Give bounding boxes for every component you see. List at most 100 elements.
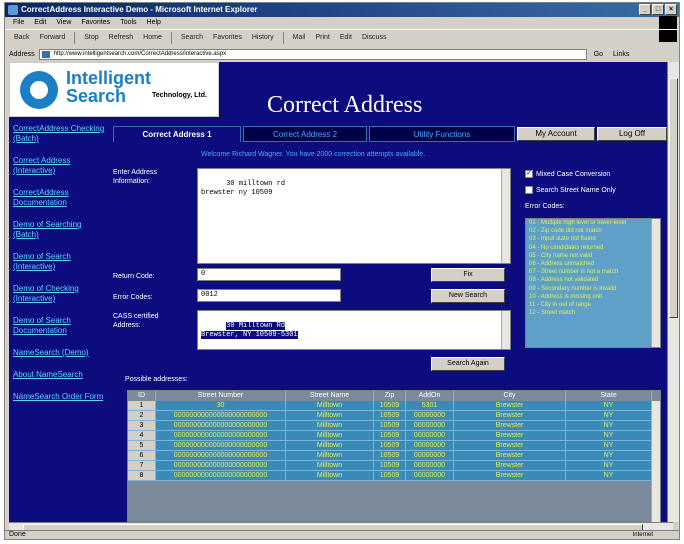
error-list-scrollbar[interactable] — [651, 219, 660, 347]
go-button[interactable]: Go — [591, 51, 606, 58]
cell-street-number: 000000000000000000000000 — [156, 461, 286, 471]
stop-button[interactable]: Stop — [81, 32, 101, 44]
print-button[interactable]: Print — [312, 32, 332, 44]
table-row[interactable]: 3 000000000000000000000000 Milltown 1050… — [128, 421, 660, 431]
menu-tools[interactable]: Tools — [120, 17, 136, 29]
textarea-scrollbar[interactable] — [501, 311, 510, 349]
column-header-zip[interactable]: Zip — [374, 391, 406, 401]
error-code-item[interactable]: 12 - Street match — [526, 309, 660, 317]
search-again-button[interactable]: Search Again — [431, 357, 505, 371]
cell-zip: 10509 — [374, 451, 406, 461]
cell-addon: 00000000 — [406, 421, 454, 431]
window-title: CorrectAddress Interactive Demo - Micros… — [21, 5, 258, 14]
history-button[interactable]: History — [249, 32, 277, 44]
nav-link-search-interactive[interactable]: Demo of Search (Interactive) — [9, 252, 107, 272]
return-code-field[interactable]: 0 — [197, 268, 341, 281]
nav-link-search-docs[interactable]: Demo of Search Documentation — [9, 316, 107, 336]
vertical-scrollbar[interactable] — [667, 62, 679, 522]
textarea-scrollbar[interactable] — [501, 169, 510, 263]
table-row[interactable]: 8 000000000000000000000000 Milltown 1050… — [128, 471, 660, 481]
error-code-item[interactable]: 01 - Multiple high level or lower-level — [526, 219, 660, 227]
enter-address-label: Enter Address Information: — [113, 169, 157, 185]
logo-swirl-icon — [20, 71, 58, 109]
column-header-id[interactable]: ID — [128, 391, 156, 401]
cell-addon: 00000000 — [406, 441, 454, 451]
street-name-only-checkbox[interactable] — [525, 186, 533, 194]
company-logo: Intelligent Search Technology, Ltd. — [9, 62, 219, 117]
mixed-case-label: Mixed Case Conversion — [536, 170, 611, 178]
nav-link-about-namesearch[interactable]: About NameSearch — [9, 370, 107, 380]
close-icon[interactable]: × — [665, 4, 677, 15]
column-header-street-name[interactable]: Street Name — [286, 391, 374, 401]
cass-certified-address[interactable]: 30 Milltown Rd Brewster, NY 10509-5301 — [197, 310, 511, 350]
mixed-case-option[interactable]: ✓ Mixed Case Conversion — [525, 170, 610, 178]
address-input-area[interactable]: 30 milltown rd brewster ny 10509 — [197, 168, 511, 264]
error-code-item[interactable]: 08 - Address not validated — [526, 276, 660, 284]
forward-button[interactable]: Forward — [37, 32, 69, 44]
error-code-item[interactable]: 07 - Street number is not a match — [526, 268, 660, 276]
back-button[interactable]: Back — [11, 32, 33, 44]
links-button[interactable]: Links — [610, 51, 632, 58]
column-header-street-number[interactable]: Street Number — [156, 391, 286, 401]
favorites-button[interactable]: Favorites — [210, 32, 245, 44]
table-row[interactable]: 6 000000000000000000000000 Milltown 1050… — [128, 451, 660, 461]
street-name-only-label: Search Street Name Only — [536, 186, 616, 194]
column-header-state[interactable]: State — [566, 391, 652, 401]
page-content: Intelligent Search Technology, Ltd. Corr… — [9, 62, 673, 522]
error-code-item[interactable]: 03 - Input state not found — [526, 235, 660, 243]
nav-link-checking-interactive[interactable]: Demo of Checking (Interactive) — [9, 284, 107, 304]
error-code-item[interactable]: 04 - No candidates returned — [526, 244, 660, 252]
cell-zip: 10509 — [374, 441, 406, 451]
table-scrollbar[interactable] — [651, 401, 660, 522]
table-row[interactable]: 5 000000000000000000000000 Milltown 1050… — [128, 441, 660, 451]
maximize-icon[interactable]: □ — [652, 4, 664, 15]
mixed-case-checkbox[interactable]: ✓ — [525, 170, 533, 178]
tab-utility-functions[interactable]: Utility Functions — [369, 126, 515, 142]
logo-subtitle: Technology, Ltd. — [152, 92, 207, 99]
error-code-item[interactable]: 05 - City name not valid — [526, 252, 660, 260]
menu-edit[interactable]: Edit — [34, 17, 46, 29]
fix-button[interactable]: Fix — [431, 268, 505, 282]
menu-help[interactable]: Help — [147, 17, 161, 29]
table-row[interactable]: 7 000000000000000000000000 Milltown 1050… — [128, 461, 660, 471]
nav-link-correctaddress-interactive[interactable]: Correct Address (Interactive) — [9, 156, 107, 176]
error-code-item[interactable]: 02 - Zip code did not match — [526, 227, 660, 235]
column-header-city[interactable]: City — [454, 391, 566, 401]
vertical-scroll-thumb[interactable] — [669, 78, 678, 318]
error-code-item[interactable]: 11 - City in out of range — [526, 301, 660, 309]
nav-link-namesearch-demo[interactable]: NameSearch (Demo) — [9, 348, 107, 358]
address-bar: Address http://www.intelligentsearch.com… — [5, 47, 679, 61]
address-input[interactable]: http://www.intelligentsearch.com/Correct… — [38, 48, 587, 60]
table-row[interactable]: 4 000000000000000000000000 Milltown 1050… — [128, 431, 660, 441]
menu-view[interactable]: View — [56, 17, 71, 29]
tab-correct-address-2[interactable]: Correct Address 2 — [243, 126, 367, 142]
nav-link-correctaddress-docs[interactable]: CorrectAddress Documentation — [9, 188, 107, 208]
home-button[interactable]: Home — [140, 32, 165, 44]
error-code-item[interactable]: 10 - Address is missing unit — [526, 293, 660, 301]
cell-city: Brewster — [454, 411, 566, 421]
search-button[interactable]: Search — [178, 32, 206, 44]
menu-file[interactable]: File — [13, 17, 24, 29]
table-row[interactable]: 1 30 Milltown 10509 5301 Brewster NY — [128, 401, 660, 411]
error-codes-field[interactable]: 0012 — [197, 289, 341, 302]
refresh-button[interactable]: Refresh — [106, 32, 137, 44]
nav-link-searching-batch[interactable]: Demo of Searching (Batch) — [9, 220, 107, 240]
mail-button[interactable]: Mail — [290, 32, 309, 44]
error-code-item[interactable]: 09 - Secondary number is invalid — [526, 285, 660, 293]
my-account-button[interactable]: My Account — [517, 127, 595, 141]
error-codes-list[interactable]: 01 - Multiple high level or lower-level … — [525, 218, 661, 348]
discuss-button[interactable]: Discuss — [359, 32, 390, 44]
minimize-icon[interactable]: _ — [639, 4, 651, 15]
nav-link-correctaddress-batch[interactable]: CorrectAddress Checking (Batch) — [9, 124, 107, 144]
menu-favorites[interactable]: Favorites — [81, 17, 110, 29]
log-off-button[interactable]: Log Off — [597, 127, 667, 141]
edit-button[interactable]: Edit — [337, 32, 355, 44]
new-search-button[interactable]: New Search — [431, 289, 505, 303]
table-row[interactable]: 2 000000000000000000000000 Milltown 1050… — [128, 411, 660, 421]
nav-link-namesearch-order[interactable]: NameSearch Order Form — [9, 392, 107, 402]
cell-city: Brewster — [454, 461, 566, 471]
error-code-item[interactable]: 06 - Address unmatched — [526, 260, 660, 268]
street-name-only-option[interactable]: Search Street Name Only — [525, 186, 616, 194]
tab-correct-address-1[interactable]: Correct Address 1 — [113, 126, 241, 142]
column-header-addon[interactable]: AddOn — [406, 391, 454, 401]
